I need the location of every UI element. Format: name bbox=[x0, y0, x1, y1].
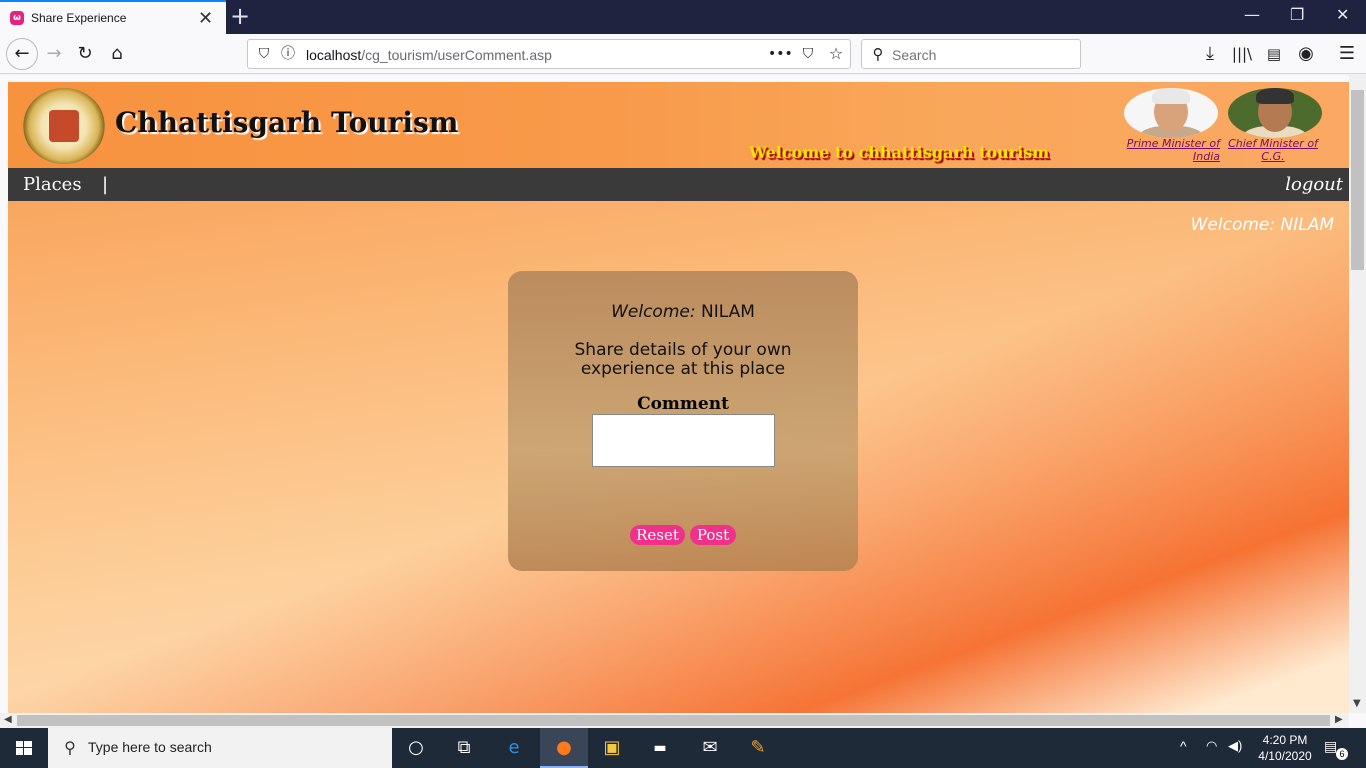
welcome-marquee: Welcome to chhattisgarh tourism bbox=[749, 143, 1050, 162]
url-bar[interactable]: ⛉ ⓘ localhost/cg_tourism/userComment.asp… bbox=[247, 39, 851, 69]
site-header: Chhattisgarh Tourism Welcome to chhattis… bbox=[8, 82, 1349, 168]
close-tab-icon[interactable]: ✕ bbox=[198, 8, 213, 29]
new-tab-icon[interactable]: + bbox=[230, 1, 250, 31]
post-button[interactable]: Post bbox=[690, 525, 736, 545]
search-icon: ⚲ bbox=[872, 45, 884, 63]
start-button[interactable] bbox=[0, 728, 48, 768]
clock-time: 4:20 PM bbox=[1262, 733, 1308, 747]
url-text: localhost/cg_tourism/userComment.asp bbox=[306, 47, 552, 63]
navigation-toolbar: ← → ↻ ⌂ ⛉ ⓘ localhost/cg_tourism/userCom… bbox=[0, 34, 1366, 74]
task-view-icon[interactable]: ⧉ bbox=[440, 728, 488, 768]
paint-icon[interactable]: ✎ bbox=[734, 728, 782, 768]
search-icon: ⚲ bbox=[64, 738, 76, 757]
close-window-icon[interactable]: ✕ bbox=[1336, 5, 1349, 24]
firefox-icon[interactable]: ● bbox=[540, 728, 588, 768]
terminal-icon[interactable]: ▬ bbox=[636, 728, 684, 768]
clock-date: 4/10/2020 bbox=[1258, 749, 1312, 763]
menu-places-link[interactable]: Places bbox=[23, 174, 82, 195]
logout-link[interactable]: logout bbox=[1285, 174, 1343, 195]
mail-icon[interactable]: ✉ bbox=[686, 728, 734, 768]
edge-icon[interactable]: e bbox=[490, 728, 538, 768]
prime-minister-photo bbox=[1124, 88, 1218, 138]
windows-taskbar: ⚲ Type here to search ○ ⧉ e ● ▣ ▬ ✉ ✎ ^ … bbox=[0, 728, 1366, 768]
site-menu-bar: Places | logout bbox=[8, 168, 1349, 201]
more-actions-icon[interactable]: ••• bbox=[768, 42, 793, 66]
reset-button[interactable]: Reset bbox=[630, 525, 685, 545]
page-viewport: Chhattisgarh Tourism Welcome to chhattis… bbox=[0, 75, 1366, 728]
store-icon[interactable]: ▣ bbox=[588, 728, 636, 768]
card-username: NILAM bbox=[701, 302, 755, 322]
card-welcome-label: Welcome: bbox=[611, 302, 696, 322]
clock[interactable]: 4:20 PM 4/10/2020 bbox=[1252, 732, 1318, 764]
tab-bar: ω Share Experience ✕ + — ❐ ✕ bbox=[0, 0, 1366, 34]
menu-icon[interactable]: ☰ bbox=[1335, 42, 1359, 66]
share-experience-card: Welcome: NILAM Share details of your own… bbox=[508, 271, 858, 571]
cortana-icon[interactable]: ○ bbox=[392, 728, 440, 768]
horizontal-scroll-thumb[interactable] bbox=[17, 715, 1330, 726]
tab-title: Share Experience bbox=[31, 11, 127, 25]
vertical-scrollbar[interactable]: ▼ bbox=[1349, 75, 1366, 713]
site-title: Chhattisgarh Tourism bbox=[115, 106, 459, 139]
site-favicon-icon: ω bbox=[10, 11, 24, 25]
welcome-user-text: Welcome: NILAM bbox=[1190, 215, 1334, 235]
pocket-icon[interactable]: ⛉ bbox=[796, 42, 820, 66]
restore-icon[interactable]: ❐ bbox=[1290, 5, 1304, 24]
taskbar-search-box[interactable]: ⚲ Type here to search bbox=[48, 728, 392, 768]
back-icon[interactable]: ← bbox=[6, 38, 38, 70]
comment-label: Comment bbox=[637, 394, 729, 414]
reload-icon[interactable]: ↻ bbox=[73, 42, 97, 66]
network-icon[interactable]: ◠ bbox=[1206, 738, 1217, 754]
chief-minister-photo bbox=[1228, 88, 1322, 138]
scroll-left-icon[interactable]: ◀ bbox=[4, 714, 12, 725]
tab-share-experience[interactable]: ω Share Experience ✕ bbox=[0, 0, 226, 34]
info-icon[interactable]: ⓘ bbox=[276, 42, 300, 66]
sidebar-icon[interactable]: ▤ bbox=[1262, 42, 1286, 66]
account-icon[interactable]: ◉ bbox=[1294, 42, 1318, 66]
prime-minister-link[interactable]: Prime Minister of India bbox=[1122, 137, 1220, 163]
emblem-icon bbox=[49, 110, 79, 142]
shield-icon[interactable]: ⛉ bbox=[252, 42, 276, 66]
government-seal-logo bbox=[23, 88, 105, 164]
menu-separator: | bbox=[102, 174, 109, 195]
card-welcome: Welcome: NILAM bbox=[508, 302, 858, 322]
page-content: Chhattisgarh Tourism Welcome to chhattis… bbox=[8, 82, 1349, 713]
show-hidden-icons-icon[interactable]: ^ bbox=[1180, 738, 1187, 754]
scroll-down-icon[interactable]: ▼ bbox=[1353, 698, 1361, 709]
search-placeholder: Search bbox=[892, 47, 937, 63]
minimize-icon[interactable]: — bbox=[1244, 5, 1260, 24]
vertical-scroll-thumb[interactable] bbox=[1351, 90, 1364, 270]
volume-icon[interactable]: ◀) bbox=[1228, 738, 1242, 754]
horizontal-scrollbar[interactable]: ◀ ▶ bbox=[0, 713, 1349, 728]
windows-logo-icon bbox=[16, 741, 32, 755]
downloads-icon[interactable]: ⤓ bbox=[1198, 42, 1222, 66]
comment-textarea[interactable] bbox=[592, 414, 775, 467]
chief-minister-link[interactable]: Chief Minister of C.G. bbox=[1226, 137, 1320, 163]
forward-icon[interactable]: → bbox=[42, 42, 66, 66]
library-icon[interactable]: |||\ bbox=[1230, 42, 1254, 66]
search-bar[interactable]: ⚲ Search bbox=[861, 39, 1081, 69]
home-icon[interactable]: ⌂ bbox=[105, 42, 129, 66]
share-instructions: Share details of your own experience at … bbox=[574, 340, 792, 379]
bookmark-star-icon[interactable]: ☆ bbox=[824, 42, 848, 66]
scroll-right-icon[interactable]: ▶ bbox=[1335, 714, 1343, 725]
taskbar-search-placeholder: Type here to search bbox=[88, 739, 212, 755]
notification-count-badge: 6 bbox=[1336, 748, 1348, 760]
